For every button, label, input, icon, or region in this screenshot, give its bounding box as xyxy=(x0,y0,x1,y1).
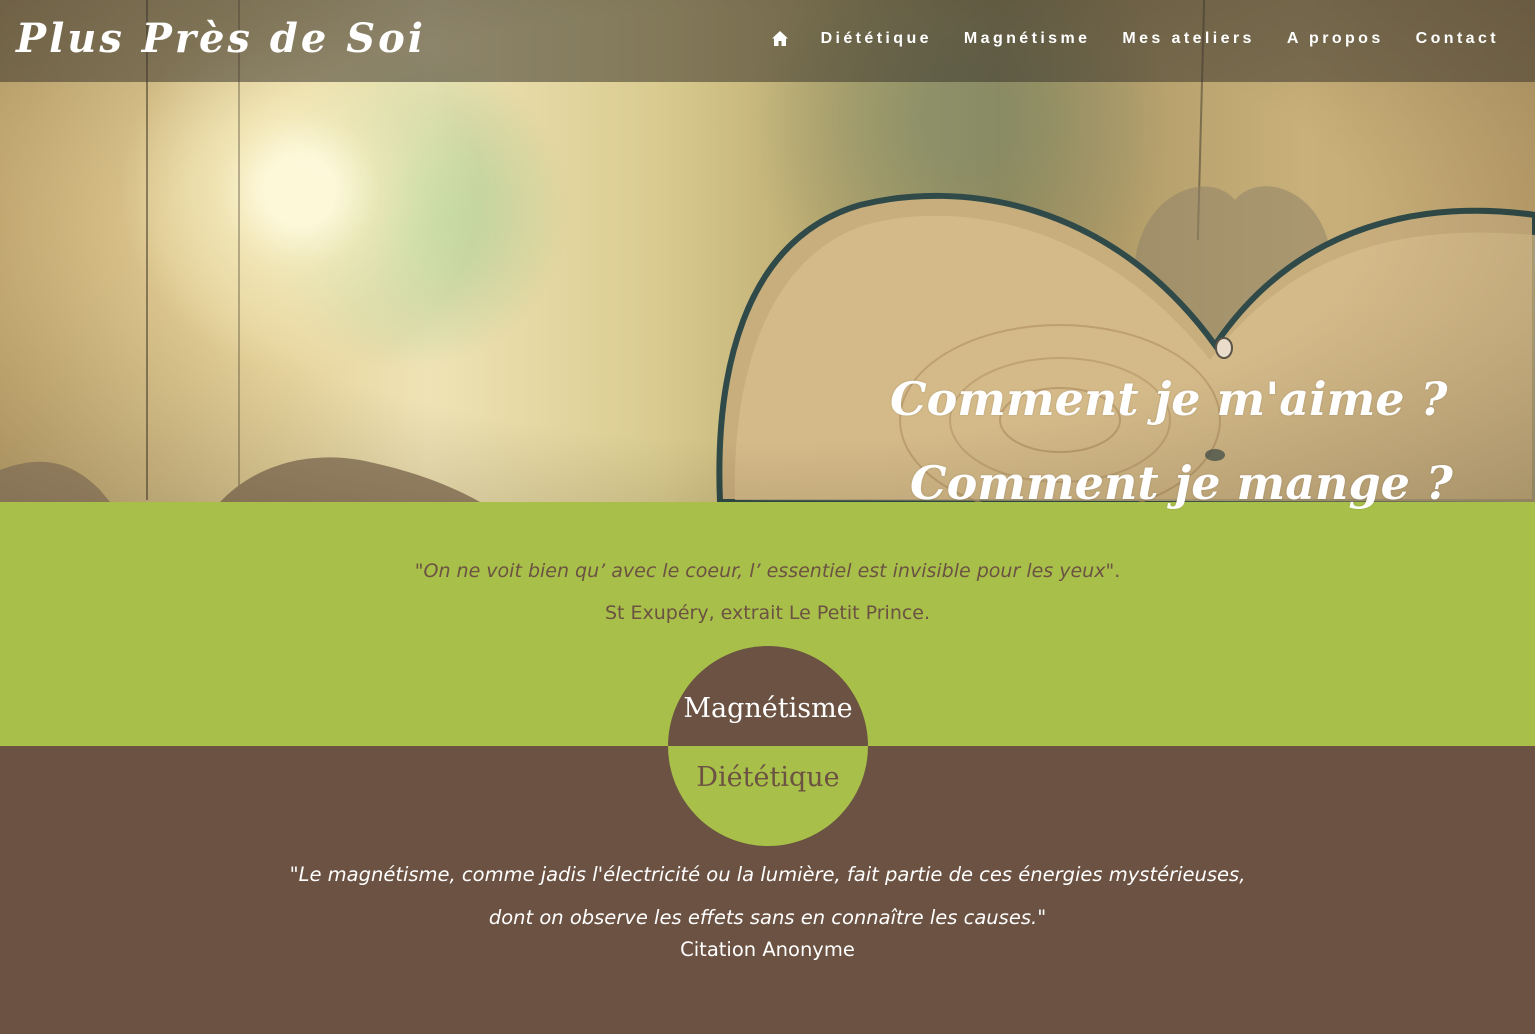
main-nav: Diététique Magnétisme Mes ateliers A pro… xyxy=(771,30,1499,48)
quote-author: Citation Anonyme xyxy=(680,938,855,961)
quote-mark: ". xyxy=(1105,560,1121,582)
site-logo[interactable]: Plus Près de Soi xyxy=(16,15,426,62)
dietetique-label: Diététique xyxy=(696,762,840,793)
magnetisme-label: Magnétisme xyxy=(683,693,853,724)
quote-magnetisme: "Le magnétisme, comme jadis l'électricit… xyxy=(0,853,1535,939)
service-circle: Magnétisme Diététique xyxy=(668,646,868,846)
dietetique-link[interactable]: Diététique xyxy=(668,746,868,846)
hero-tagline-love: Comment je m'aime ? xyxy=(890,372,1448,426)
home-icon[interactable] xyxy=(771,30,789,48)
quote-mark: " xyxy=(1037,906,1047,929)
quote-text: On ne voit bien qu’ avec le coeur, l’ es… xyxy=(423,560,1106,582)
nav-item-dietetique[interactable]: Diététique xyxy=(821,30,932,48)
nav-item-a-propos[interactable]: A propos xyxy=(1287,30,1384,48)
nav-item-contact[interactable]: Contact xyxy=(1416,30,1499,48)
nav-item-mes-ateliers[interactable]: Mes ateliers xyxy=(1122,30,1254,48)
magnetisme-link[interactable]: Magnétisme xyxy=(668,646,868,746)
quote-mark: " xyxy=(414,560,424,582)
page: Plus Près de Soi Diététique Magnétisme M… xyxy=(0,0,1535,1034)
quote-mark: " xyxy=(289,863,299,886)
hero-tagline-eat: Comment je mange ? xyxy=(910,456,1453,510)
quote-line-2: dont on observe les effets sans en conna… xyxy=(488,906,1038,929)
nav-item-magnetisme[interactable]: Magnétisme xyxy=(964,30,1090,48)
quote-author: St Exupéry, extrait Le Petit Prince. xyxy=(604,602,931,624)
site-header: Plus Près de Soi Diététique Magnétisme M… xyxy=(0,0,1535,82)
quote-petit-prince: "On ne voit bien qu’ avec le coeur, l’ e… xyxy=(0,560,1535,582)
quote-line-1: Le magnétisme, comme jadis l'électricité… xyxy=(298,863,1246,886)
